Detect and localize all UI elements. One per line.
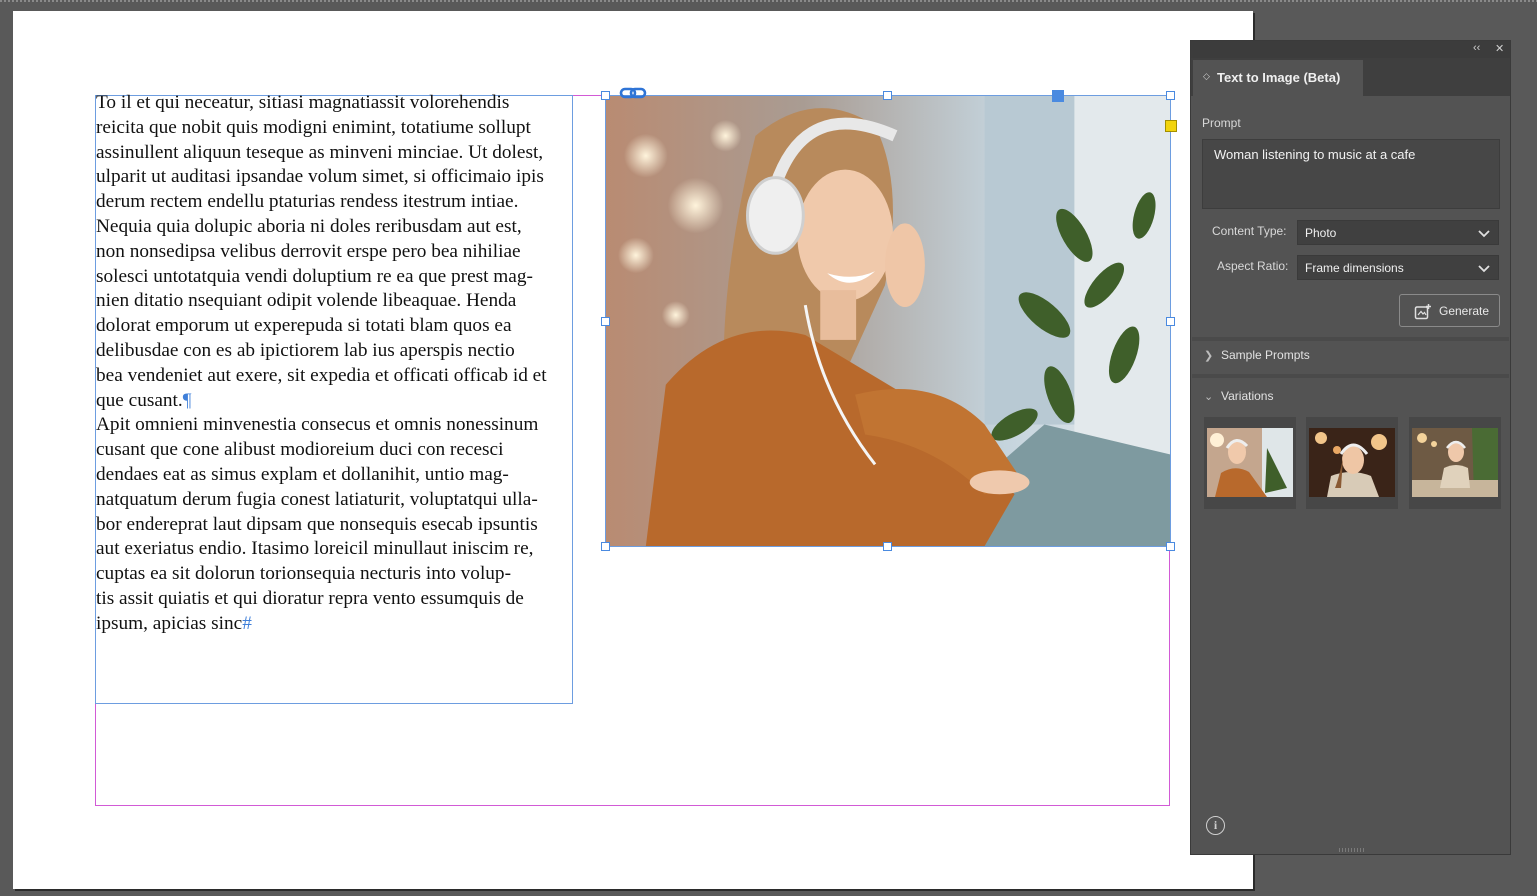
story-line: bor endereprat laut dipsam que nonsequis… xyxy=(96,513,576,538)
resize-handle-top-right[interactable] xyxy=(1166,91,1175,100)
sample-prompts-label: Sample Prompts xyxy=(1221,348,1310,362)
resize-handle-middle-left[interactable] xyxy=(601,317,610,326)
story-line-text: nien ditatio nsequiant odipit volende li… xyxy=(96,290,517,312)
story-line: ipsum, apicias sinc# xyxy=(96,612,576,637)
tab-text-to-image[interactable]: ◇ Text to Image (Beta) xyxy=(1193,60,1363,96)
image-frame[interactable] xyxy=(605,95,1171,547)
story-line: tis assit quiatis et qui dioratur repra … xyxy=(96,587,576,612)
story-line: nien ditatio nsequiant odipit volende li… xyxy=(96,289,576,314)
story-line: natquatum derum fugia conest latiaturit,… xyxy=(96,488,576,513)
story-line: que cusant.¶ xyxy=(96,389,576,414)
resize-handle-bottom-right[interactable] xyxy=(1166,542,1175,551)
story-line: aut exeriatus endio. Itasimo loreicil mi… xyxy=(96,537,576,562)
story-line: dendaes eat as simus explam et dollanihi… xyxy=(96,463,576,488)
story-line: reicita que nobit quis modigni enimint, … xyxy=(96,116,576,141)
resize-handle-top-left[interactable] xyxy=(601,91,610,100)
content-type-value: Photo xyxy=(1305,226,1337,240)
story-line-text: assinullent aliquun teseque as minveni m… xyxy=(96,141,544,163)
story-line: non nonsedipsa velibus derrovit erspe pe… xyxy=(96,240,576,265)
variation-thumbnail[interactable] xyxy=(1306,417,1398,509)
story-line: delibusdae con es ab ipictiorem lab ius … xyxy=(96,339,576,364)
story-line-text: Apit omnieni minvenestia consecus et omn… xyxy=(96,414,539,436)
paragraph-mark: ¶ xyxy=(182,389,192,411)
story-line: bea vendeniet aut exere, sit expedia et … xyxy=(96,364,576,389)
aspect-ratio-label: Aspect Ratio: xyxy=(1217,259,1289,273)
story-line: solesci untotatquia vendi doluptium re e… xyxy=(96,265,576,290)
chevron-down-icon xyxy=(1478,230,1490,238)
resize-handle-bottom-center[interactable] xyxy=(883,542,892,551)
aspect-ratio-value: Frame dimensions xyxy=(1305,261,1404,275)
story-line-text: cusant que cone alibust modioreium duci … xyxy=(96,439,504,461)
panel-resize-grip[interactable] xyxy=(1339,848,1365,852)
chevron-down-icon: ⌄ xyxy=(1204,391,1214,403)
story-line-text: ulparit ut auditasi ipsandae volum simet… xyxy=(96,166,544,188)
story-line-text: cuptas ea sit dolorun torionsequia nectu… xyxy=(96,563,511,585)
chain-link-icon[interactable] xyxy=(619,86,647,100)
story-line-text: To il et qui neceatur, sitiasi magnatias… xyxy=(96,92,510,113)
generated-photo xyxy=(606,96,1170,546)
resize-handle-bottom-left[interactable] xyxy=(601,542,610,551)
story-line-text: non nonsedipsa velibus derrovit erspe pe… xyxy=(96,240,521,262)
resize-handle-top-center[interactable] xyxy=(883,91,892,100)
collapse-panel-icon[interactable]: ‹‹ xyxy=(1473,42,1480,54)
resize-handle-middle-right[interactable] xyxy=(1166,317,1175,326)
variation-image-3 xyxy=(1412,428,1498,497)
story-line-text: bea vendeniet aut exere, sit expedia et … xyxy=(96,364,547,386)
story-line-text: tis assit quiatis et qui dioratur repra … xyxy=(96,587,524,609)
story-line-text: aut exeriatus endio. Itasimo loreicil mi… xyxy=(96,538,534,560)
story-line-text: reicita que nobit quis modigni enimint, … xyxy=(96,116,531,138)
variation-thumbnail[interactable] xyxy=(1409,417,1501,509)
panel-tab-bar: ◇ Text to Image (Beta) xyxy=(1191,58,1510,96)
info-icon[interactable]: i xyxy=(1206,816,1225,835)
story-line-text: Nequia quia dolupic aboria ni doles reri… xyxy=(96,215,522,237)
pasteboard-top-guide xyxy=(0,0,1537,2)
end-of-story-mark: # xyxy=(242,612,252,634)
story-line: derum rectem endellu ptaturias rendess i… xyxy=(96,190,576,215)
content-type-select[interactable]: Photo xyxy=(1297,220,1499,245)
panel-title: Text to Image (Beta) xyxy=(1217,70,1341,85)
story-line-text: que cusant. xyxy=(96,389,183,411)
chevron-right-icon: ❯ xyxy=(1204,350,1214,362)
close-panel-icon[interactable]: ✕ xyxy=(1495,42,1504,55)
generate-button[interactable]: Generate xyxy=(1399,294,1500,327)
story-line-text: delibusdae con es ab ipictiorem lab ius … xyxy=(96,339,515,361)
story-line: cusant que cone alibust modioreium duci … xyxy=(96,438,576,463)
story-line-text: dendaes eat as simus explam et dollanihi… xyxy=(96,463,509,485)
variation-image-1 xyxy=(1207,428,1293,497)
panel-options-icon[interactable]: ◇ xyxy=(1203,71,1210,82)
story-line: ulparit ut auditasi ipsandae volum simet… xyxy=(96,165,576,190)
chevron-down-icon xyxy=(1478,265,1490,273)
prompt-text: Woman listening to music at a cafe xyxy=(1214,147,1416,162)
panel-titlebar[interactable]: ‹‹ ✕ xyxy=(1191,41,1510,58)
aspect-ratio-select[interactable]: Frame dimensions xyxy=(1297,255,1499,280)
text-to-image-panel: ‹‹ ✕ ◇ Text to Image (Beta) Prompt Woman… xyxy=(1190,40,1511,855)
story-line-text: natquatum derum fugia conest latiaturit,… xyxy=(96,488,538,510)
story-line: dolorat emporum ut experepuda si totati … xyxy=(96,314,576,339)
variation-thumbnail[interactable] xyxy=(1204,417,1296,509)
story-line: Apit omnieni minvenestia consecus et omn… xyxy=(96,413,576,438)
variation-image-2 xyxy=(1309,428,1395,497)
story-line: Nequia quia dolupic aboria ni doles reri… xyxy=(96,215,576,240)
content-type-label: Content Type: xyxy=(1212,224,1287,238)
divider xyxy=(1192,374,1509,378)
variations-label: Variations xyxy=(1221,389,1274,403)
story-line-text: dolorat emporum ut experepuda si totati … xyxy=(96,315,512,337)
story-line: To il et qui neceatur, sitiasi magnatias… xyxy=(96,91,576,116)
content-grabber-handle[interactable] xyxy=(1052,90,1064,102)
live-corner-handle[interactable] xyxy=(1165,120,1177,132)
text-story[interactable]: To il et qui neceatur, sitiasi magnatias… xyxy=(96,91,576,637)
story-line-text: ipsum, apicias sinc xyxy=(96,612,243,634)
divider xyxy=(1192,337,1509,341)
story-line: assinullent aliquun teseque as minveni m… xyxy=(96,141,576,166)
prompt-input[interactable]: Woman listening to music at a cafe xyxy=(1202,139,1500,209)
story-line-text: bor endereprat laut dipsam que nonsequis… xyxy=(96,513,538,535)
sample-prompts-section[interactable]: ❯ Sample Prompts xyxy=(1204,348,1310,362)
story-line-text: derum rectem endellu ptaturias rendess i… xyxy=(96,191,519,213)
generate-image-icon xyxy=(1414,304,1431,320)
variations-section[interactable]: ⌄ Variations xyxy=(1204,389,1273,403)
story-line-text: solesci untotatquia vendi doluptium re e… xyxy=(96,265,533,287)
generate-label: Generate xyxy=(1439,304,1490,318)
prompt-label: Prompt xyxy=(1202,116,1241,130)
story-line: cuptas ea sit dolorun torionsequia nectu… xyxy=(96,562,576,587)
